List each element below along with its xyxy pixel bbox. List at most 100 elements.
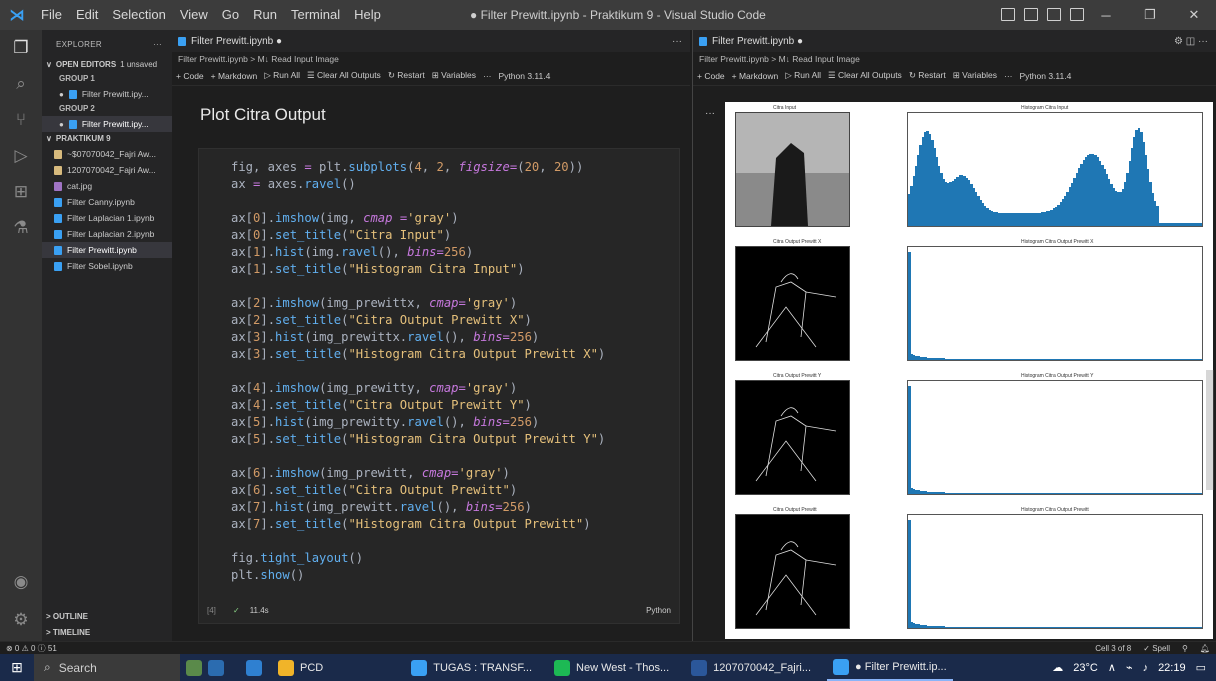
source-control-icon[interactable]: ⑂ bbox=[9, 108, 33, 132]
feedback-icon[interactable]: ⚲ bbox=[1182, 644, 1188, 653]
toolbar-item-3[interactable]: ☰ Clear All Outputs bbox=[828, 70, 902, 81]
toolbar-item-6[interactable]: ··· bbox=[483, 71, 492, 81]
tray-chevron-icon[interactable]: ∧ bbox=[1108, 661, 1116, 674]
code-line: ax[4].set_title("Citra Output Prewitt Y"… bbox=[231, 397, 605, 414]
close-icon[interactable]: ✕ bbox=[1172, 0, 1216, 30]
notifications-icon[interactable]: 🔔︎ bbox=[1200, 644, 1210, 653]
file-item[interactable]: Filter Laplacian 2.ipynb bbox=[42, 226, 172, 242]
code-token: () bbox=[348, 551, 364, 565]
search-icon[interactable]: ⌕ bbox=[9, 72, 33, 96]
settings-gear-icon[interactable]: ⚙ bbox=[9, 608, 33, 632]
file-item[interactable]: ~$07070042_Fajri Aw... bbox=[42, 146, 172, 162]
code-editor[interactable]: fig, axes = plt.subplots(4, 2, figsize=(… bbox=[231, 159, 605, 584]
open-editor-item[interactable]: ● Filter Prewitt.ipy... bbox=[42, 86, 172, 102]
output-more-icon[interactable]: ··· bbox=[705, 108, 715, 119]
outline-section[interactable]: > OUTLINE bbox=[42, 612, 172, 621]
menu-selection[interactable]: Selection bbox=[105, 0, 172, 30]
open-editor-item-active[interactable]: ● Filter Prewitt.ipy... bbox=[42, 116, 172, 132]
menu-run[interactable]: Run bbox=[246, 0, 284, 30]
taskbar-mail-icon[interactable] bbox=[240, 654, 268, 681]
project-folder[interactable]: ∨ PRAKTIKUM 9 bbox=[42, 132, 172, 146]
toolbar-item-4[interactable]: ↻ Restart bbox=[388, 70, 425, 81]
temperature[interactable]: 23°C bbox=[1073, 662, 1098, 674]
code-line: ax[5].hist(img_prewitty.ravel(), bins=25… bbox=[231, 414, 605, 431]
taskbar-app[interactable]: 1207070042_Fajri... bbox=[685, 654, 817, 681]
menu-help[interactable]: Help bbox=[347, 0, 388, 30]
menu-terminal[interactable]: Terminal bbox=[284, 0, 347, 30]
app-icon bbox=[278, 659, 294, 676]
minimize-icon[interactable]: ─ bbox=[1084, 0, 1128, 30]
toolbar-item-7[interactable]: Python 3.11.4 bbox=[499, 71, 551, 81]
app-icon bbox=[691, 659, 708, 676]
run-debug-icon[interactable]: ▷ bbox=[9, 144, 33, 168]
toggle-secondary-sidebar-icon[interactable] bbox=[1047, 8, 1061, 21]
menu-edit[interactable]: Edit bbox=[69, 0, 105, 30]
code-token: ) bbox=[517, 262, 525, 276]
taskbar-app[interactable]: PCD bbox=[272, 654, 329, 681]
toolbar-item-0[interactable]: + Code bbox=[697, 71, 725, 81]
network-icon[interactable]: ⌁ bbox=[1126, 661, 1133, 674]
taskbar-app[interactable]: TUGAS : TRANSF... bbox=[405, 654, 538, 681]
file-item[interactable]: Filter Sobel.ipynb bbox=[42, 258, 172, 274]
explorer-more-icon[interactable]: ··· bbox=[153, 40, 162, 49]
notification-center-icon[interactable]: ▭ bbox=[1196, 661, 1206, 674]
toolbar-item-1[interactable]: + Markdown bbox=[732, 71, 779, 81]
toolbar-item-1[interactable]: + Markdown bbox=[211, 71, 258, 81]
file-item[interactable]: 1207070042_Fajri Aw... bbox=[42, 162, 172, 178]
menu-file[interactable]: File bbox=[34, 0, 69, 30]
open-editors-section[interactable]: ∨ OPEN EDITORS 1 unsaved bbox=[42, 58, 172, 72]
more-actions-icon[interactable]: ··· bbox=[672, 36, 682, 47]
editor-actions[interactable]: ⚙ ◫ ··· bbox=[1174, 36, 1208, 47]
restore-icon[interactable]: ❐ bbox=[1128, 0, 1172, 30]
volume-icon[interactable]: ♪ bbox=[1143, 662, 1149, 674]
scrollbar-thumb[interactable] bbox=[1206, 370, 1214, 490]
toggle-sidebar-icon[interactable] bbox=[1001, 8, 1015, 21]
cell-position[interactable]: Cell 3 of 8 bbox=[1095, 644, 1131, 653]
menu-go[interactable]: Go bbox=[215, 0, 246, 30]
file-item[interactable]: cat.jpg bbox=[42, 178, 172, 194]
toolbar-item-2[interactable]: ▷ Run All bbox=[264, 70, 300, 81]
cell-language[interactable]: Python bbox=[646, 606, 671, 615]
breadcrumb[interactable]: Filter Prewitt.ipynb > M↓ Read Input Ima… bbox=[172, 52, 690, 66]
toolbar-item-5[interactable]: ⊞ Variables bbox=[953, 70, 997, 81]
toolbar-item-6[interactable]: ··· bbox=[1004, 71, 1013, 81]
breadcrumb[interactable]: Filter Prewitt.ipynb > M↓ Read Input Ima… bbox=[693, 52, 1216, 66]
code-line: ax[0].set_title("Citra Input") bbox=[231, 227, 605, 244]
taskbar-search[interactable]: ⌕ Search bbox=[34, 654, 180, 681]
problems-indicator[interactable]: ⊗ 0 ⚠ 0 ⓘ 51 bbox=[6, 643, 57, 654]
testing-icon[interactable]: ⚗ bbox=[9, 216, 33, 240]
code-token: hist bbox=[275, 245, 305, 259]
extensions-icon[interactable]: ⊞ bbox=[9, 180, 33, 204]
code-token: ax[ bbox=[231, 500, 254, 514]
taskbar-app[interactable]: ● Filter Prewitt.ip... bbox=[827, 654, 953, 681]
account-icon[interactable]: ◉ bbox=[9, 570, 33, 594]
file-item[interactable]: Filter Prewitt.ipynb bbox=[42, 242, 172, 258]
windows-start-icon[interactable]: ⊞ bbox=[0, 654, 34, 681]
code-token: "Citra Output Prewitt" bbox=[348, 483, 510, 497]
tab-filter-prewitt[interactable]: Filter Prewitt.ipynb ● bbox=[178, 36, 282, 47]
toolbar-item-4[interactable]: ↻ Restart bbox=[909, 70, 946, 81]
toolbar-item-7[interactable]: Python 3.11.4 bbox=[1020, 71, 1072, 81]
toolbar-item-3[interactable]: ☰ Clear All Outputs bbox=[307, 70, 381, 81]
spell-check[interactable]: ✓ Spell bbox=[1143, 644, 1170, 653]
weather-icon[interactable]: ☁ bbox=[1052, 661, 1063, 674]
toggle-panel-icon[interactable] bbox=[1024, 8, 1038, 21]
customize-layout-icon[interactable] bbox=[1070, 8, 1084, 21]
code-token: ]. bbox=[260, 347, 276, 361]
code-token: = bbox=[502, 330, 510, 344]
menu-view[interactable]: View bbox=[173, 0, 215, 30]
file-item[interactable]: Filter Canny.ipynb bbox=[42, 194, 172, 210]
taskbar-widget-icon[interactable] bbox=[180, 654, 240, 681]
toolbar-item-2[interactable]: ▷ Run All bbox=[785, 70, 821, 81]
toolbar-item-0[interactable]: + Code bbox=[176, 71, 204, 81]
taskbar-app[interactable]: New West - Thos... bbox=[548, 654, 675, 681]
explorer-icon[interactable]: ❐ bbox=[9, 36, 33, 60]
tab-filter-prewitt[interactable]: Filter Prewitt.ipynb ● bbox=[699, 36, 803, 47]
toolbar-item-5[interactable]: ⊞ Variables bbox=[432, 70, 476, 81]
image-subplot bbox=[735, 246, 850, 361]
clock[interactable]: 22:19 bbox=[1158, 662, 1186, 674]
timeline-section[interactable]: > TIMELINE bbox=[42, 628, 172, 637]
file-item[interactable]: Filter Laplacian 1.ipynb bbox=[42, 210, 172, 226]
code-cell[interactable]: fig, axes = plt.subplots(4, 2, figsize=(… bbox=[198, 148, 680, 624]
